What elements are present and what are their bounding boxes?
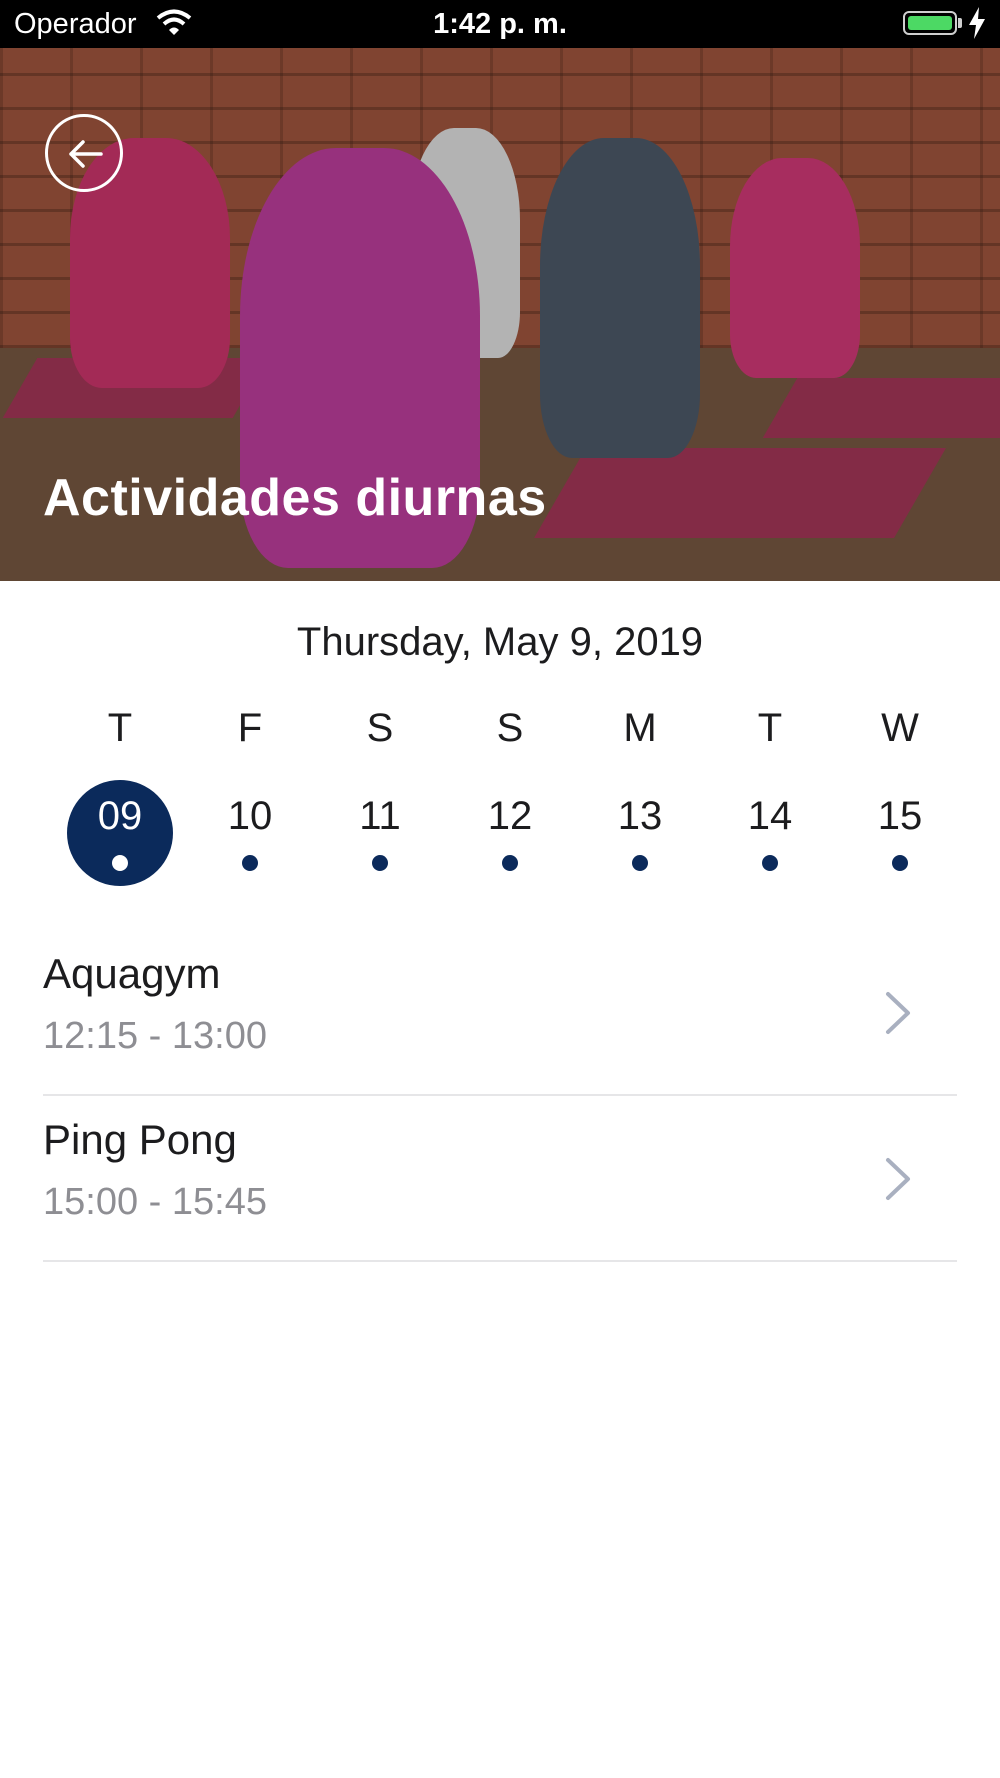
activity-row-ping-pong[interactable]: Ping Pong 15:00 - 15:45 (43, 1096, 957, 1262)
chevron-right-icon (883, 1156, 913, 1207)
page-title: Actividades diurnas (43, 469, 547, 527)
day-letter: S (496, 706, 524, 750)
activity-row-aquagym[interactable]: Aquagym 12:15 - 13:00 (43, 930, 957, 1096)
day-number: 09 (97, 794, 143, 838)
status-bar: Operador 1:42 p. m. (0, 0, 1000, 48)
event-dot (632, 855, 648, 871)
day-cell[interactable]: S 12 (445, 700, 575, 890)
day-number: 13 (617, 794, 663, 838)
selected-date-header: Thursday, May 9, 2019 (296, 620, 704, 664)
event-dot (242, 855, 258, 871)
battery-tip (958, 18, 962, 28)
hero-banner: Actividades diurnas (0, 48, 1000, 581)
day-cell[interactable]: T 14 (705, 700, 835, 890)
event-dot (892, 855, 908, 871)
event-dot (372, 855, 388, 871)
day-cell[interactable]: W 15 (835, 700, 965, 890)
event-dot (762, 855, 778, 871)
day-letter: F (237, 706, 263, 750)
event-dot (502, 855, 518, 871)
day-cell[interactable]: T 09 (55, 700, 185, 890)
battery-icon (903, 11, 957, 35)
day-number: 12 (487, 794, 533, 838)
day-cell[interactable]: F 10 (185, 700, 315, 890)
activity-list: Aquagym 12:15 - 13:00 Ping Pong 15:00 - … (43, 930, 957, 1262)
chevron-right-icon (883, 990, 913, 1041)
activity-time: 12:15 - 13:00 (43, 1015, 267, 1057)
activity-time: 15:00 - 15:45 (43, 1181, 267, 1223)
clock: 1:42 p. m. (433, 8, 567, 40)
arrow-left-icon (69, 140, 103, 168)
day-number: 15 (877, 794, 923, 838)
day-number: 11 (359, 794, 401, 838)
week-strip: T 09 F 10 S 11 S 12 M 13 T 14 W 15 (55, 700, 961, 890)
day-letter: M (623, 706, 657, 750)
activity-name: Ping Pong (43, 1116, 237, 1163)
day-letter: T (757, 706, 783, 750)
day-letter: T (107, 706, 133, 750)
day-cell[interactable]: M 13 (575, 700, 705, 890)
day-letter: W (881, 706, 919, 750)
activity-name: Aquagym (43, 950, 221, 997)
day-number: 14 (747, 794, 793, 838)
day-cell[interactable]: S 11 (315, 700, 445, 890)
event-dot (112, 855, 128, 871)
back-button[interactable] (45, 114, 123, 192)
day-number: 10 (227, 794, 273, 838)
charging-bolt-icon (968, 7, 986, 47)
day-letter: S (366, 706, 394, 750)
